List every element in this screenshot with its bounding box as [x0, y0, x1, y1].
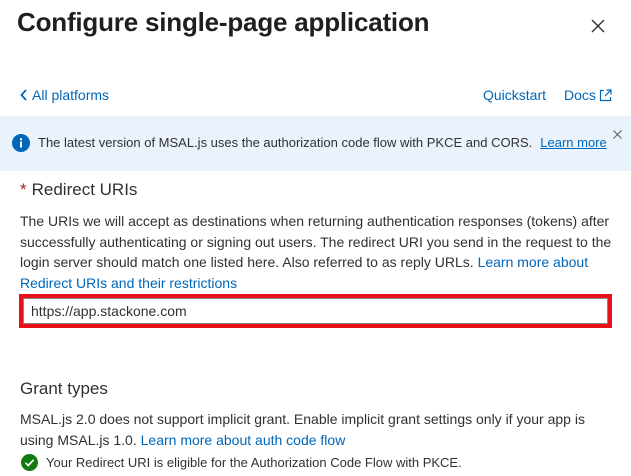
external-link-icon — [599, 88, 612, 101]
info-icon — [12, 134, 30, 152]
docs-label: Docs — [564, 87, 596, 103]
redirect-uris-description: The URIs we will accept as destinations … — [20, 211, 615, 293]
redirect-uri-input[interactable] — [23, 298, 608, 324]
docs-link[interactable]: Docs — [564, 87, 612, 103]
info-learn-more-link[interactable]: Learn more — [540, 135, 606, 150]
info-message: The latest version of MSAL.js uses the a… — [38, 135, 607, 150]
grant-types-heading: Grant types — [20, 379, 108, 398]
redirect-uris-heading: * Redirect URIs — [20, 180, 137, 200]
all-platforms-label: All platforms — [32, 87, 110, 103]
auth-code-flow-learn-more-link[interactable]: Learn more about auth code flow — [141, 432, 346, 448]
chevron-left-icon — [20, 89, 27, 101]
grant-types-description: MSAL.js 2.0 does not support implicit gr… — [20, 409, 615, 450]
info-dismiss-button[interactable] — [610, 127, 624, 141]
required-indicator: * — [20, 180, 27, 199]
checkmark-circle-icon — [21, 454, 38, 471]
quickstart-link[interactable]: Quickstart — [483, 87, 546, 103]
eligibility-status: Your Redirect URI is eligible for the Au… — [21, 454, 462, 471]
redirect-uris-heading-text: Redirect URIs — [31, 180, 138, 199]
info-message-text: The latest version of MSAL.js uses the a… — [38, 135, 533, 150]
eligibility-message: Your Redirect URI is eligible for the Au… — [46, 455, 462, 470]
all-platforms-link[interactable]: All platforms — [20, 87, 109, 103]
close-icon — [612, 129, 622, 139]
info-message-bar: The latest version of MSAL.js uses the a… — [0, 116, 631, 171]
close-button[interactable] — [585, 13, 611, 39]
panel-title: Configure single-page application — [17, 7, 430, 37]
close-icon — [591, 19, 605, 33]
